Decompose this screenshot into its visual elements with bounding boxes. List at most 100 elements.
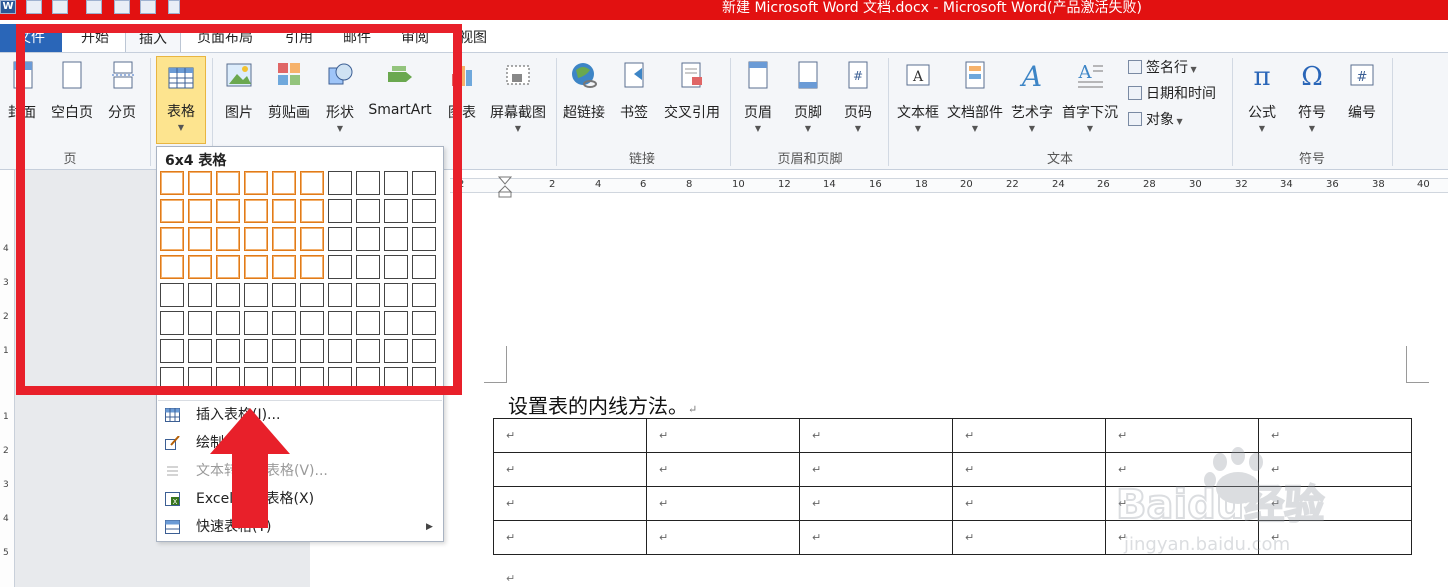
submenu-arrow-icon: ▶ — [426, 522, 433, 532]
cross-reference-button[interactable]: 交叉引用 — [660, 60, 724, 122]
menu-draw-table[interactable]: 绘制表格(D) — [158, 429, 442, 457]
menu-quick-tables[interactable]: 快速表格(T) ▶ — [158, 513, 442, 541]
undo-icon[interactable] — [52, 0, 68, 14]
numbering-icon: # — [1350, 64, 1374, 86]
paragraph-mark: ↵ — [506, 572, 516, 585]
svg-text:#: # — [853, 69, 863, 83]
page-corner-mark — [1406, 346, 1429, 383]
page-number-label: 页码 — [844, 105, 872, 121]
vertical-ruler-label: 3 — [3, 278, 9, 288]
ruler-tick-label: 6 — [640, 179, 647, 190]
ruler-tick-label: 2 — [549, 179, 556, 190]
page-number-icon: # — [848, 61, 868, 89]
symbol-button[interactable]: Ω 符号 ▼ — [1290, 60, 1334, 133]
group-label-header-footer: 页眉和页脚 — [777, 152, 843, 167]
table-cell[interactable]: ↵ — [646, 520, 800, 555]
screenshot-button[interactable]: 屏幕截图 ▼ — [486, 60, 550, 133]
screenshot-label: 屏幕截图 — [490, 105, 546, 121]
svg-text:π: π — [1253, 62, 1270, 90]
wordart-label: 艺术字 — [1011, 105, 1053, 121]
vertical-ruler[interactable] — [0, 170, 15, 587]
table-cell[interactable]: ↵ — [799, 486, 953, 521]
ruler-tick-label: 8 — [686, 179, 693, 190]
text-box-label: 文本框 — [897, 105, 939, 121]
paragraph-text: 设置表的内线方法。 — [508, 394, 688, 418]
group-separator — [730, 58, 731, 166]
group-separator — [888, 58, 889, 166]
equation-button[interactable]: π 公式 ▼ — [1240, 60, 1284, 133]
equation-dropdown-arrow-icon: ▼ — [1258, 124, 1266, 133]
table-cell[interactable]: ↵ — [493, 452, 647, 487]
header-label: 页眉 — [744, 105, 772, 121]
save-icon[interactable] — [26, 0, 42, 14]
group-separator — [556, 58, 557, 166]
insert-table-icon — [165, 408, 180, 422]
svg-text:Ω: Ω — [1301, 62, 1323, 90]
table-cell[interactable]: ↵ — [799, 418, 953, 453]
text-box-icon: A — [906, 64, 930, 86]
object-icon — [1128, 112, 1142, 126]
window-title: 新建 Microsoft Word 文档.docx - Microsoft Wo… — [722, 0, 1142, 16]
hyperlink-button[interactable]: 超链接 — [560, 60, 608, 122]
word-app-icon[interactable]: W — [0, 0, 16, 14]
page-number-dropdown-arrow-icon: ▼ — [854, 124, 862, 133]
table-cell[interactable]: ↵ — [952, 452, 1106, 487]
date-time-button[interactable]: 日期和时间 — [1128, 84, 1216, 104]
menu-text-to-table[interactable]: 文本转换成表格(V)... — [158, 457, 442, 485]
document-paragraph[interactable]: 设置表的内线方法。↵ — [508, 390, 697, 419]
table-cell[interactable]: ↵ — [493, 486, 647, 521]
vertical-ruler-label: 2 — [3, 446, 9, 456]
table-cell[interactable]: ↵ — [646, 452, 800, 487]
group-label-symbols: 符号 — [1298, 152, 1325, 167]
ruler-tick-label: 20 — [960, 179, 973, 190]
redo-icon[interactable] — [86, 0, 102, 14]
new-doc-icon[interactable] — [140, 0, 156, 14]
text-to-table-icon — [167, 466, 178, 476]
table-cell[interactable]: ↵ — [799, 520, 953, 555]
menu-excel-spreadsheet[interactable]: X Excel 电子表格(X) — [158, 485, 442, 513]
title-bar: 新建 Microsoft Word 文档.docx - Microsoft Wo… — [0, 0, 1448, 20]
object-button[interactable]: 对象 ▼ — [1128, 110, 1183, 130]
group-separator — [1392, 58, 1393, 166]
numbering-label: 编号 — [1348, 105, 1376, 121]
hyperlink-icon — [572, 63, 597, 88]
ruler-tick-label: 40 — [1417, 179, 1430, 190]
ruler-tick-label: 14 — [823, 179, 836, 190]
date-time-label: 日期和时间 — [1146, 86, 1216, 102]
equation-icon: π — [1253, 62, 1270, 90]
ruler-tick-label: 26 — [1097, 179, 1110, 190]
footer-button[interactable]: 页脚 ▼ — [788, 60, 828, 133]
text-box-button[interactable]: A 文本框 ▼ — [894, 60, 942, 133]
svg-text:A: A — [912, 69, 924, 85]
table-cell[interactable]: ↵ — [493, 418, 647, 453]
signature-line-button[interactable]: 签名行 ▼ — [1128, 58, 1197, 78]
wordart-button[interactable]: A 艺术字 ▼ — [1008, 60, 1056, 133]
drop-cap-button[interactable]: A 首字下沉 ▼ — [1058, 60, 1122, 133]
edit-doc-icon[interactable] — [114, 0, 130, 14]
cross-reference-icon — [681, 62, 702, 88]
hyperlink-label: 超链接 — [563, 105, 605, 121]
customize-qat-icon[interactable] — [168, 0, 180, 14]
indent-marker-icon[interactable] — [498, 176, 512, 198]
vertical-ruler-label: 3 — [3, 480, 9, 490]
header-button[interactable]: 页眉 ▼ — [738, 60, 778, 133]
table-cell[interactable]: ↵ — [952, 486, 1106, 521]
excel-icon: X — [165, 492, 180, 506]
page-number-button[interactable]: # 页码 ▼ — [838, 60, 878, 133]
table-cell[interactable]: ↵ — [646, 418, 800, 453]
table-cell[interactable]: ↵ — [646, 486, 800, 521]
table-cell[interactable]: ↵ — [493, 520, 647, 555]
table-cell[interactable]: ↵ — [799, 452, 953, 487]
svg-text:#: # — [1357, 70, 1368, 85]
footer-label: 页脚 — [794, 105, 822, 121]
wordart-dropdown-arrow-icon: ▼ — [1028, 124, 1036, 133]
group-label-text: 文本 — [1046, 152, 1073, 167]
numbering-button[interactable]: # 编号 — [1340, 60, 1384, 122]
menu-insert-table[interactable]: 插入表格(I)... — [158, 401, 442, 429]
table-cell[interactable]: ↵ — [952, 520, 1106, 555]
table-cell[interactable]: ↵ — [952, 418, 1106, 453]
bookmark-button[interactable]: 书签 — [614, 60, 654, 122]
ruler-tick-label: 32 — [1235, 179, 1248, 190]
quick-parts-button[interactable]: 文档部件 ▼ — [944, 60, 1006, 133]
ruler-tick-label: 10 — [732, 179, 745, 190]
